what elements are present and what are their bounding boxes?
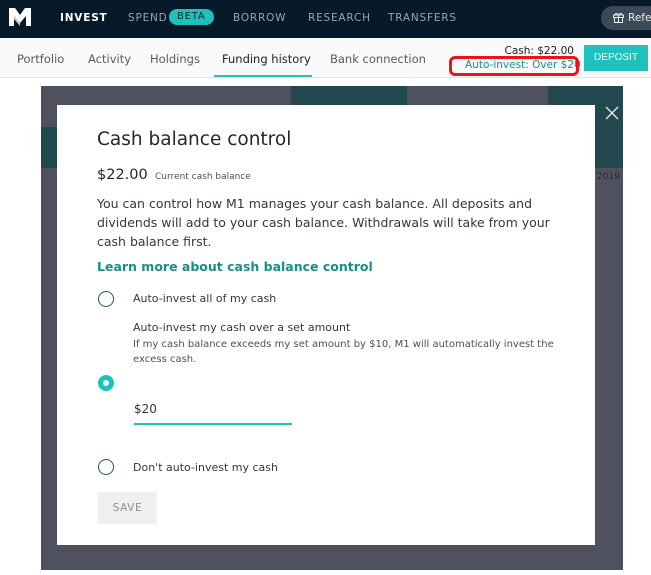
radio-auto-invest-over-amount[interactable] [98,375,114,391]
radio-dont-auto-invest[interactable] [98,459,114,475]
cash-balance-caption: Current cash balance [155,172,251,182]
tab-holdings[interactable]: Holdings [150,52,200,66]
option-auto-invest-all-label[interactable]: Auto-invest all of my cash [133,292,276,305]
radio-auto-invest-all[interactable] [98,291,114,307]
m1-logo-icon[interactable] [9,8,31,26]
modal-title: Cash balance control [97,129,292,150]
tab-funding-history[interactable]: Funding history [222,52,311,66]
refer-label: Refe [628,12,651,24]
modal-description: You can control how M1 manages your cash… [97,196,550,249]
backdrop-year-label: 2019 [597,172,620,182]
gift-icon [613,12,624,23]
deposit-button[interactable]: DEPOSIT [584,45,648,71]
beta-badge: BETA [169,9,214,25]
nav-transfers[interactable]: TRANSFERS [388,12,457,24]
close-icon[interactable] [604,105,620,121]
option-set-amount-label[interactable]: Auto-invest my cash over a set amount [133,321,350,334]
option-set-amount-description: If my cash balance exceeds my set amount… [133,339,554,365]
nav-invest[interactable]: INVEST [60,12,108,24]
backdrop-chart-block [291,86,407,105]
top-navigation: INVEST SPEND BETA BORROW RESEARCH TRANSF… [0,0,651,38]
nav-spend[interactable]: SPEND [128,12,168,24]
learn-more-link[interactable]: Learn more about cash balance control [97,259,373,274]
set-amount-input[interactable] [134,391,292,425]
option-dont-auto-invest-label[interactable]: Don't auto-invest my cash [133,461,278,474]
nav-borrow[interactable]: BORROW [233,12,286,24]
tab-bank-connection[interactable]: Bank connection [330,52,426,66]
annotation-highlight [449,56,579,76]
tab-portfolio[interactable]: Portfolio [17,52,64,66]
active-tab-indicator [214,75,312,77]
save-button[interactable]: SAVE [98,492,157,524]
tab-activity[interactable]: Activity [88,52,131,66]
cash-balance-modal: Cash balance control $22.00 Current cash… [57,105,595,545]
cash-balance-value: $22.00 [97,167,148,183]
refer-button[interactable]: Refe [601,6,651,30]
nav-research[interactable]: RESEARCH [308,12,371,24]
backdrop-chart-block [41,127,57,168]
